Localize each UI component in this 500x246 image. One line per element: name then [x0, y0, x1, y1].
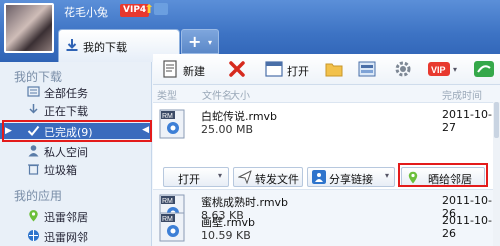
paper-plane-icon [238, 170, 252, 184]
file-list-header: 类型 文件名 大小 完成时间 [153, 86, 500, 102]
speed-boost-icon [474, 61, 494, 77]
column-filename[interactable]: 文件名 [202, 87, 232, 102]
svg-text:RM: RM [162, 113, 173, 120]
file-name: 蜜桃成熟时.rmvb [201, 196, 289, 209]
chevron-down-icon: ▾ [453, 65, 458, 74]
file-done-date: 2011-10-26 [442, 214, 492, 240]
delete-x-icon [229, 61, 245, 77]
open-folder-button[interactable] [322, 57, 346, 81]
scrollbar-thumb[interactable] [494, 102, 499, 138]
user-avatar[interactable] [4, 3, 54, 53]
file-list-scrollbar[interactable] [493, 102, 500, 246]
highlight-box [398, 163, 488, 187]
sidebar-item-xunlei-neighbor[interactable]: 迅雷邻居 [0, 208, 152, 225]
share-icon [312, 170, 326, 184]
super-speed-button[interactable] [471, 57, 497, 81]
file-name: 画壁.rmvb [201, 216, 256, 229]
file-row[interactable]: RM 画壁.rmvb 10.59 KB 2011-10-26 [153, 210, 500, 246]
sidebar-group-downloads: 我的下载 [14, 70, 63, 84]
chevron-down-icon[interactable]: ▾ [385, 171, 389, 180]
new-task-label: 新建 [183, 65, 205, 78]
sidebar-item-label: 全部任务 [44, 87, 88, 100]
person-icon [28, 145, 39, 157]
svg-text:RM: RM [162, 216, 173, 223]
chevron-down-icon: ▾ [208, 38, 213, 47]
file-size: 10.59 KB [201, 229, 251, 242]
forward-file-button[interactable]: 转发文件 [233, 167, 303, 187]
sidebar-group-apps: 我的应用 [14, 189, 63, 203]
download-arrow-icon [29, 104, 38, 114]
vip-icon: VIP [428, 62, 450, 76]
gear-icon [395, 61, 411, 77]
tab-label: 我的下载 [83, 41, 127, 54]
sidebar-item-trash[interactable]: 垃圾箱 [0, 161, 152, 178]
svg-text:RM: RM [162, 198, 173, 205]
sidebar-item-label: 垃圾箱 [44, 164, 77, 177]
share-link-label: 分享链接 [329, 173, 373, 186]
column-done-time[interactable]: 完成时间 [442, 87, 482, 102]
svg-text:VIP: VIP [431, 65, 446, 75]
highlight-box [2, 120, 152, 142]
sidebar-item-xunlei-network[interactable]: 迅雷网邻 [0, 228, 152, 245]
open-label: 打开 [287, 65, 309, 78]
new-file-icon [163, 60, 177, 78]
settings-button[interactable] [391, 57, 415, 81]
new-task-button[interactable]: 新建 [157, 57, 213, 81]
rmvb-file-icon: RM [159, 212, 185, 242]
download-tab-icon [66, 39, 78, 51]
open-file-label: 打开 [178, 173, 200, 186]
open-button[interactable]: 打开 [262, 57, 318, 81]
network-icon [28, 230, 39, 241]
forward-file-label: 转发文件 [255, 173, 299, 186]
folder-icon [325, 63, 343, 77]
column-size[interactable]: 大小 [230, 87, 250, 102]
sidebar-item-label: 私人空间 [44, 146, 88, 159]
location-pin-icon [29, 210, 38, 222]
vip-upgrade-arrow-icon: ⬆ [144, 2, 155, 16]
sidebar-item-label: 迅雷邻居 [44, 211, 88, 224]
open-file-button[interactable]: 打开 ▾ [163, 167, 229, 187]
list-view-button[interactable] [355, 57, 379, 81]
file-size: 25.00 MB [201, 123, 254, 136]
crown-icon[interactable] [154, 3, 168, 15]
toolbar: 新建 打开 VIP ▾ [153, 54, 500, 85]
open-window-icon [265, 61, 283, 77]
share-link-button[interactable]: 分享链接 ▾ [307, 167, 395, 187]
folder-icon [27, 86, 40, 97]
sidebar: 我的下载 全部任务 正在下载 ▶ 已完成(9) ◀ 私人空间 垃圾箱 我的应用 … [0, 62, 152, 246]
sidebar-item-downloading[interactable]: 正在下载 [0, 102, 152, 119]
chevron-down-icon[interactable]: ▾ [218, 171, 222, 180]
plus-icon: + [188, 32, 202, 51]
vip-button[interactable]: VIP ▾ [425, 57, 461, 81]
trash-icon [28, 164, 39, 175]
sidebar-item-label: 正在下载 [44, 105, 88, 118]
column-type[interactable]: 类型 [157, 87, 177, 102]
rmvb-file-icon: RM [159, 109, 185, 139]
delete-button[interactable] [225, 57, 249, 81]
file-done-date: 2011-10-27 [442, 108, 492, 134]
sidebar-item-all-tasks[interactable]: 全部任务 [0, 84, 152, 101]
list-view-icon [358, 61, 376, 77]
sidebar-item-label: 迅雷网邻 [44, 231, 88, 244]
username[interactable]: 花毛小兔 [64, 4, 108, 20]
title-bar: 花毛小兔 VIP4 ⬆ 我的下载 + ▾ [0, 0, 500, 62]
add-tab-button[interactable]: + ▾ [181, 29, 219, 54]
sidebar-item-private-space[interactable]: 私人空间 [0, 143, 152, 160]
file-name: 白蛇传说.rmvb [201, 110, 278, 123]
